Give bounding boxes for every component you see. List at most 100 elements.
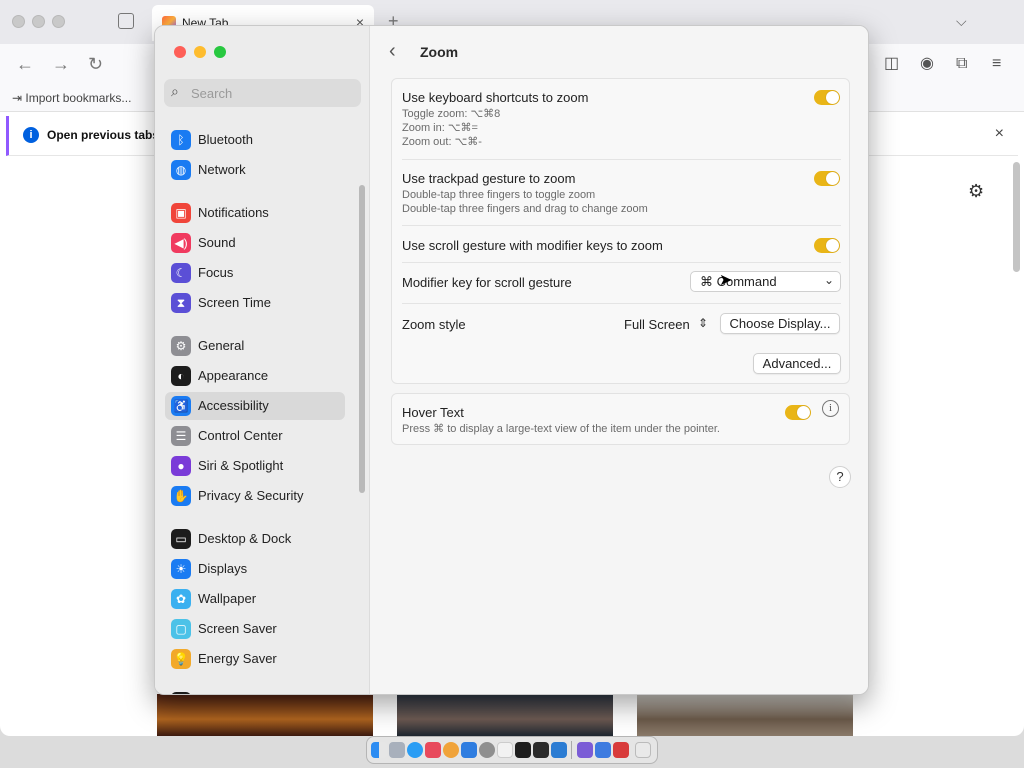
minimize-window-light[interactable] [194,46,206,58]
sidebar-item-accessibility[interactable]: ♿ Accessibility [165,392,345,420]
sidebar-item-label: Screen Saver [198,621,277,636]
sidebar-item-general[interactable]: ⚙ General [165,332,345,360]
sidebar-item-wallpaper[interactable]: ✿ Wallpaper [165,585,345,613]
sidebar-item-screen-saver[interactable]: ▢ Screen Saver [165,615,345,643]
sidebar-item-network[interactable]: ◍ Network [165,156,345,184]
divider [402,159,841,160]
close-window-light[interactable] [174,46,186,58]
sidebar-item-lock-screen[interactable]: 🔒 Lock Screen [165,688,345,694]
sidebar-item-sound[interactable]: ◀) Sound [165,229,345,257]
photo-booth-icon[interactable] [425,742,441,758]
app-store-icon[interactable] [461,742,477,758]
sidebar-item-bluetooth[interactable]: ᛒ Bluetooth [165,126,345,154]
forward-arrow-icon[interactable]: → [52,54,70,74]
notification-text: Open previous tabs? [47,128,167,142]
general-icon: ⚙ [171,336,191,356]
system-settings-icon[interactable] [479,742,495,758]
sidebar-item-desktop-dock[interactable]: ▭ Desktop & Dock [165,525,345,553]
notification-close-icon[interactable]: × [995,125,1004,143]
menu-icon[interactable]: ≡ [992,54,1001,74]
accessibility-icon: ♿ [171,396,191,416]
back-arrow-icon[interactable]: ← [16,54,34,74]
chrome-icon[interactable] [443,742,459,758]
sidebar-item-label: Network [198,162,246,177]
back-chevron-icon[interactable]: ‹ [389,40,396,63]
sidebar-item-siri-spotlight[interactable]: ● Siri & Spotlight [165,452,345,480]
sidebar-item-focus[interactable]: ☾ Focus [165,259,345,287]
app-icon[interactable] [595,742,611,758]
browser-close-light[interactable] [12,15,25,28]
privacy-hand-icon: ✋ [171,486,191,506]
lock-icon: 🔒 [171,692,191,694]
import-icon: ⇥ [12,91,26,105]
bluetooth-icon: ᛒ [171,130,191,150]
top-site-thumbnail[interactable] [157,694,373,736]
sidebar-item-notifications[interactable]: ▣ Notifications [165,199,345,227]
safari-icon[interactable] [407,742,423,758]
pocket-icon[interactable]: ◫ [884,54,899,74]
sidebar-item-label: Desktop & Dock [198,531,292,546]
customize-new-tab-gear-icon[interactable]: ⚙ [968,181,984,202]
keyboard-shortcuts-toggle[interactable] [814,90,840,105]
sidebar-item-label: Focus [198,265,234,280]
terminal-icon[interactable] [515,742,531,758]
scroll-gesture-toggle[interactable] [814,238,840,253]
sidebar-scrollbar[interactable] [359,185,365,493]
dock [366,736,658,764]
notes-icon[interactable] [533,742,549,758]
trackpad-drag-description: Double-tap three fingers and drag to cha… [402,203,648,215]
browser-minimize-light[interactable] [32,15,45,28]
keyboard-shortcuts-label: Use keyboard shortcuts to zoom [402,90,589,105]
import-bookmarks-link[interactable]: ⇥ Import bookmarks... [12,91,131,105]
app-icon[interactable] [577,742,593,758]
trash-icon[interactable] [635,742,651,758]
divider [402,262,841,263]
divider [402,303,841,304]
launchpad-icon[interactable] [389,742,405,758]
modifier-key-value: ⌘ Command [700,274,777,289]
sidebar-item-label: Wallpaper [198,591,257,606]
toggle-zoom-shortcut: Toggle zoom: ⌥⌘8 [402,108,501,120]
advanced-button[interactable]: Advanced... [753,353,841,374]
vscode-icon[interactable] [551,742,567,758]
list-all-tabs-icon[interactable]: ⌵ [956,13,967,30]
info-icon[interactable]: i [822,400,839,417]
sidebar-item-label: Screen Time [198,295,271,310]
finder-icon[interactable] [371,742,387,758]
wallpaper-icon: ✿ [171,589,191,609]
sidebar-item-privacy-security[interactable]: ✋ Privacy & Security [165,482,345,510]
textedit-icon[interactable] [497,742,513,758]
zoom-settings-pane: ‹ Zoom Use keyboard shortcuts to zoom To… [371,26,868,694]
sidebar-item-label: Displays [198,561,248,576]
tab-overview-icon[interactable] [118,13,134,29]
sidebar-item-appearance[interactable]: ◐ Appearance [165,362,345,390]
search-field[interactable]: ⌕ [164,79,361,107]
extensions-icon[interactable]: ⧉ [956,54,967,74]
app-icon[interactable] [613,742,629,758]
sidebar-item-control-center[interactable]: ☰ Control Center [165,422,345,450]
modifier-key-select[interactable]: ⌘ Command ⌄ [690,271,841,292]
zoom-style-value[interactable]: Full Screen [624,317,690,332]
up-down-stepper-icon[interactable]: ⇕ [698,316,708,330]
zoom-window-light[interactable] [214,46,226,58]
account-icon[interactable]: ◉ [920,54,934,74]
chevron-down-icon: ⌄ [823,273,834,287]
zoom-in-shortcut: Zoom in: ⌥⌘= [402,122,478,134]
trackpad-gesture-label: Use trackpad gesture to zoom [402,171,576,186]
sidebar-item-energy-saver[interactable]: 💡 Energy Saver [165,645,345,673]
top-site-thumbnail[interactable] [637,694,853,736]
zoom-style-label: Zoom style [402,317,466,332]
sidebar-item-label: Siri & Spotlight [198,458,284,473]
browser-scrollbar[interactable] [1013,162,1020,272]
trackpad-gesture-toggle[interactable] [814,171,840,186]
choose-display-button[interactable]: Choose Display... [720,313,840,334]
hover-text-toggle[interactable] [785,405,811,420]
sidebar-item-screen-time[interactable]: ⧗ Screen Time [165,289,345,317]
top-site-thumbnail[interactable] [397,694,613,736]
search-input[interactable] [191,83,351,103]
reload-icon[interactable]: ↻ [88,54,103,74]
browser-zoom-light[interactable] [52,15,65,28]
sidebar-item-label: Bluetooth [198,132,253,147]
sidebar-item-displays[interactable]: ☀ Displays [165,555,345,583]
help-button[interactable]: ? [829,466,851,488]
